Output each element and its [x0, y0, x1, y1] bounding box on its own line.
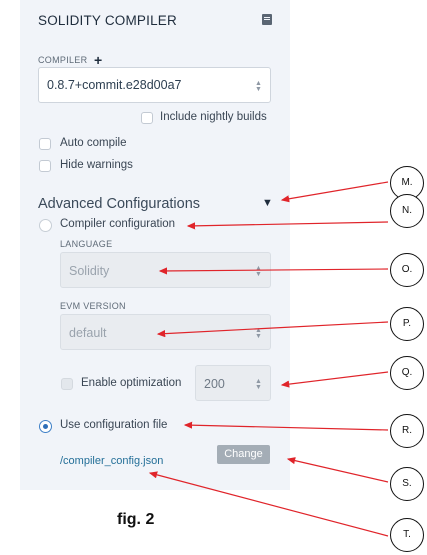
arrow-o: [158, 267, 389, 275]
annotation-arrows: [148, 181, 389, 537]
arrow-r: [183, 421, 389, 431]
arrow-m: [280, 181, 389, 203]
callout-r: R.: [390, 414, 424, 448]
arrow-n: [186, 221, 389, 230]
arrow-p: [156, 321, 389, 338]
callout-n: N.: [390, 194, 424, 228]
callout-p: P.: [390, 307, 424, 341]
arrow-s: [286, 457, 389, 483]
callout-t: T.: [390, 518, 424, 552]
callout-s: S.: [390, 467, 424, 501]
arrow-q: [280, 371, 389, 388]
callout-q: Q.: [390, 356, 424, 390]
arrow-t: [148, 471, 389, 537]
callout-o: O.: [390, 253, 424, 287]
